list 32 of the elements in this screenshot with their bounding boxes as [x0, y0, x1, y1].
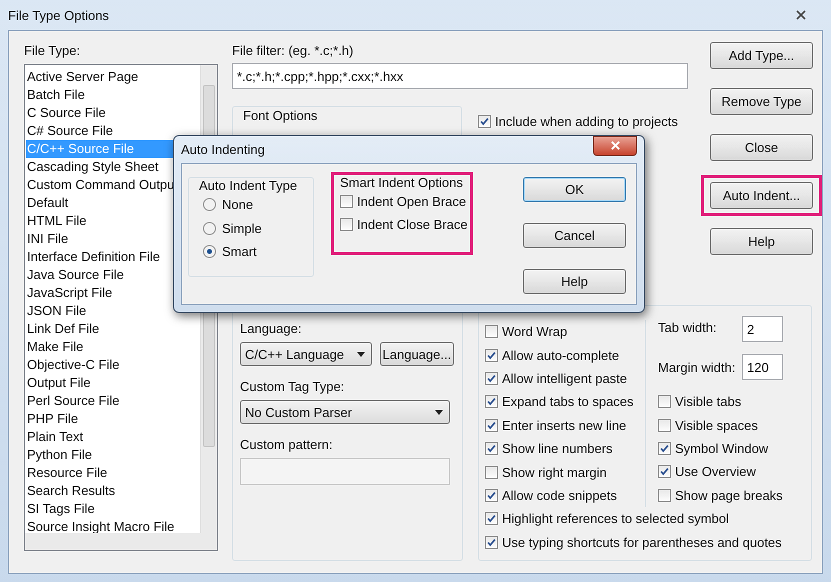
group-title: Smart Indent Options — [340, 175, 463, 190]
checkbox-label: Symbol Window — [675, 440, 768, 456]
radio-label: Smart — [222, 244, 257, 260]
checkbox-label: Use typing shortcuts for parentheses and quotes — [502, 534, 782, 550]
field-label: Custom pattern: — [240, 436, 334, 453]
field-label: Tab width: — [658, 320, 718, 335]
radio-label: Simple — [222, 220, 262, 236]
checkbox-label: Visible tabs — [675, 394, 742, 410]
checkbox-label: Indent Close Brace — [357, 217, 468, 232]
checkbox-label: Show right margin — [502, 464, 607, 480]
checkbox-label: Allow code snippets — [502, 488, 617, 503]
field-label: Margin width: — [658, 359, 736, 375]
checkbox-label: Include when adding to projects — [495, 114, 678, 130]
checkbox-label: Enter inserts new line — [502, 418, 626, 433]
checkbox-label: Visible spaces — [675, 418, 758, 433]
group-title: Auto Indent Type — [197, 178, 300, 193]
window-title: File Type Options — [8, 8, 109, 22]
field-label: File Type: — [24, 42, 82, 59]
checkbox-label: Show page breaks — [675, 488, 783, 503]
field-label: Custom Tag Type: — [240, 378, 346, 395]
checkbox-label: Expand tabs to spaces — [502, 394, 634, 410]
field-label: File filter: (eg. *.c;*.h) — [232, 42, 354, 59]
radio-label: None — [222, 197, 254, 212]
checkbox-label: Use Overview — [675, 464, 756, 480]
checkbox-label: Allow intelligent paste — [502, 370, 628, 386]
checkbox-label: Indent Open Brace — [357, 194, 466, 209]
checkbox-label: Word Wrap — [502, 324, 568, 340]
checkbox-label: Show line numbers — [502, 441, 613, 456]
checkbox-label: Highlight references to selected symbol — [502, 511, 729, 526]
field-label: Language: — [240, 320, 302, 337]
group-title: Font Options — [241, 108, 320, 123]
checkbox-label: Allow auto-complete — [502, 348, 620, 363]
